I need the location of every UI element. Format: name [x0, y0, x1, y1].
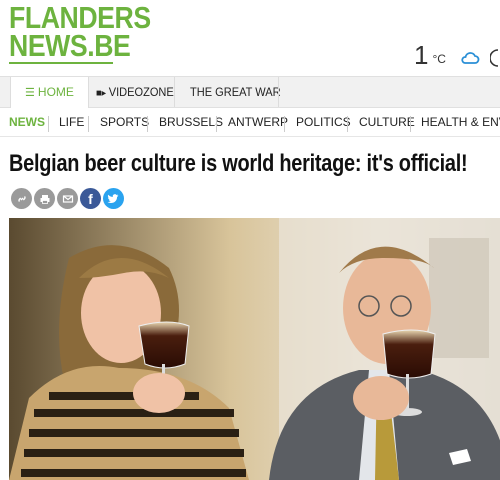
link-icon[interactable]: [11, 188, 32, 209]
facebook-icon[interactable]: f: [80, 188, 101, 209]
section-politics[interactable]: POLITICS: [296, 115, 351, 129]
logo-line-2: NEWS.BE: [9, 28, 131, 63]
moon-icon: [489, 49, 499, 67]
nav-tab-home[interactable]: ☰ HOME: [10, 77, 89, 108]
weather-unit: °C: [432, 52, 446, 66]
section-divider: [88, 116, 89, 132]
weather-temperature: 1: [414, 40, 429, 70]
main-navigation: ☰ HOME ■▸ VIDEOZONE THE GREAT WAR: [0, 76, 500, 108]
photo-illustration: [9, 218, 500, 480]
nav-tab-the-great-war[interactable]: THE GREAT WAR: [190, 77, 281, 107]
share-toolbar: f: [11, 188, 124, 209]
article-photo: [9, 218, 500, 480]
section-divider: [410, 116, 411, 132]
section-antwerp[interactable]: ANTWERP: [228, 115, 288, 129]
email-icon[interactable]: [57, 188, 78, 209]
section-sports[interactable]: SPORTS: [100, 115, 149, 129]
section-navigation: NEWS LIFE SPORTS BRUSSELS ANTWERP POLITI…: [0, 112, 500, 137]
section-divider: [347, 116, 348, 132]
video-camera-icon: ■▸: [96, 88, 109, 99]
section-life[interactable]: LIFE: [59, 115, 84, 129]
nav-divider: [278, 77, 279, 107]
site-logo[interactable]: FLANDERS NEWS.BE: [9, 2, 151, 64]
nav-tab-videozone[interactable]: ■▸ VIDEOZONE: [96, 77, 174, 107]
section-brussels[interactable]: BRUSSELS: [159, 115, 223, 129]
section-divider: [48, 116, 49, 132]
section-culture[interactable]: CULTURE: [359, 115, 415, 129]
section-divider: [216, 116, 217, 132]
section-divider: [147, 116, 148, 132]
weather-widget: 1 °C: [414, 42, 500, 68]
twitter-icon[interactable]: [103, 188, 124, 209]
list-icon: ☰: [25, 87, 38, 99]
section-divider: [284, 116, 285, 132]
article-headline: Belgian beer culture is world heritage: …: [9, 150, 468, 177]
section-news[interactable]: NEWS: [9, 115, 45, 129]
nav-divider: [174, 77, 175, 107]
section-health-environment[interactable]: HEALTH & ENVIRO: [421, 115, 500, 129]
cloud-icon: [461, 52, 480, 64]
print-icon[interactable]: [34, 188, 55, 209]
